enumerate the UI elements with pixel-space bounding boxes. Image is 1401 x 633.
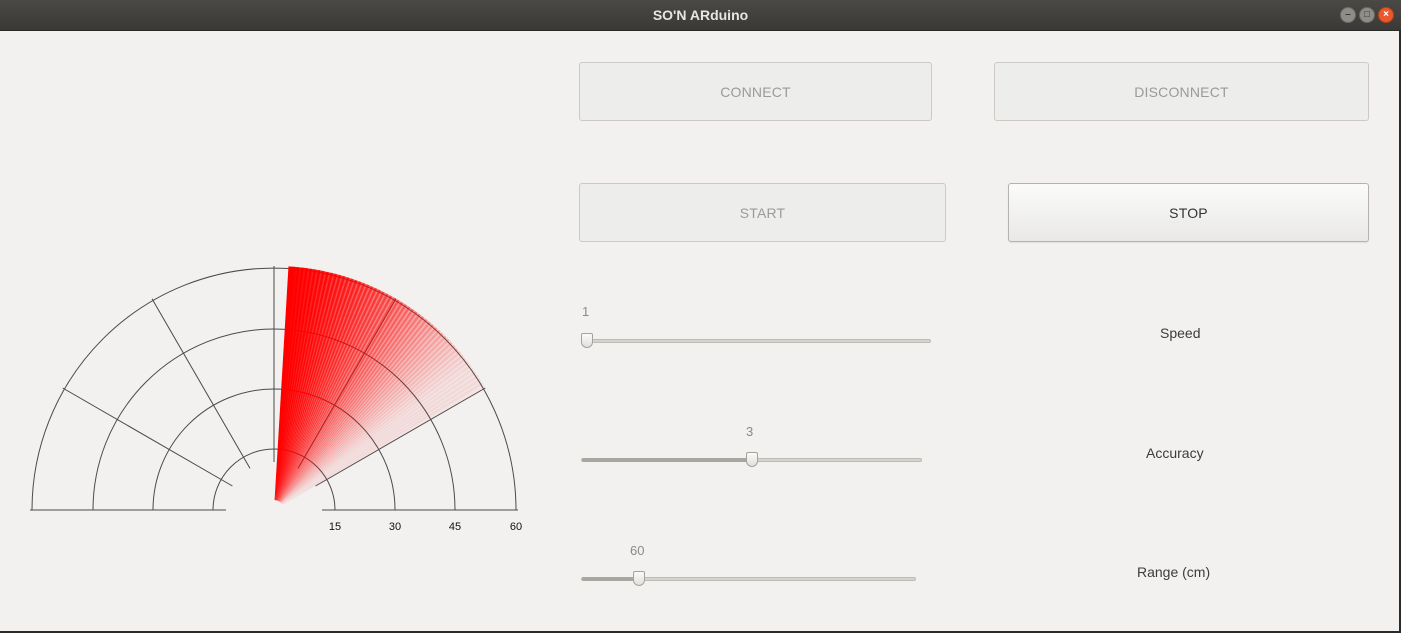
window-controls: – □ × bbox=[1340, 7, 1394, 23]
radar-tick-labels: 15 30 45 60 bbox=[329, 521, 522, 533]
maximize-button[interactable]: □ bbox=[1359, 7, 1375, 23]
close-button[interactable]: × bbox=[1378, 7, 1394, 23]
speed-label: Speed bbox=[1160, 325, 1201, 341]
radar-sweep bbox=[274, 266, 486, 505]
radar-angle-line bbox=[62, 387, 233, 487]
stop-button[interactable]: STOP bbox=[1008, 183, 1369, 242]
main-window: 15 30 45 60 CONNECT DISCONNECT START STOP 1… bbox=[0, 31, 1399, 631]
title-bar: SO'N ARduino – □ × bbox=[0, 0, 1401, 31]
radar-tick-label: 15 bbox=[329, 521, 341, 533]
range-label: Range (cm) bbox=[1137, 564, 1211, 580]
speed-slider[interactable] bbox=[581, 333, 931, 348]
start-button[interactable]: START bbox=[579, 183, 946, 242]
accuracy-slider-handle[interactable] bbox=[746, 452, 758, 467]
range-slider-fill bbox=[582, 577, 639, 581]
connect-button[interactable]: CONNECT bbox=[579, 62, 932, 121]
speed-slider-handle[interactable] bbox=[581, 333, 593, 348]
minimize-button[interactable]: – bbox=[1340, 7, 1356, 23]
radar-tick-label: 45 bbox=[449, 521, 461, 533]
radar-tick-label: 30 bbox=[389, 521, 401, 533]
range-slider[interactable] bbox=[581, 571, 916, 586]
range-slider-handle[interactable] bbox=[633, 571, 645, 586]
accuracy-slider[interactable] bbox=[581, 452, 922, 467]
accuracy-value: 3 bbox=[746, 424, 754, 439]
range-value: 60 bbox=[630, 543, 645, 558]
disconnect-button[interactable]: DISCONNECT bbox=[994, 62, 1369, 121]
window-title: SO'N ARduino bbox=[652, 7, 749, 23]
accuracy-slider-fill bbox=[582, 458, 752, 462]
speed-value: 1 bbox=[582, 304, 590, 319]
accuracy-label: Accuracy bbox=[1146, 445, 1204, 461]
radar-tick-label: 60 bbox=[510, 521, 522, 533]
radar-angle-line bbox=[151, 298, 251, 469]
radar-display: 15 30 45 60 bbox=[30, 266, 522, 533]
